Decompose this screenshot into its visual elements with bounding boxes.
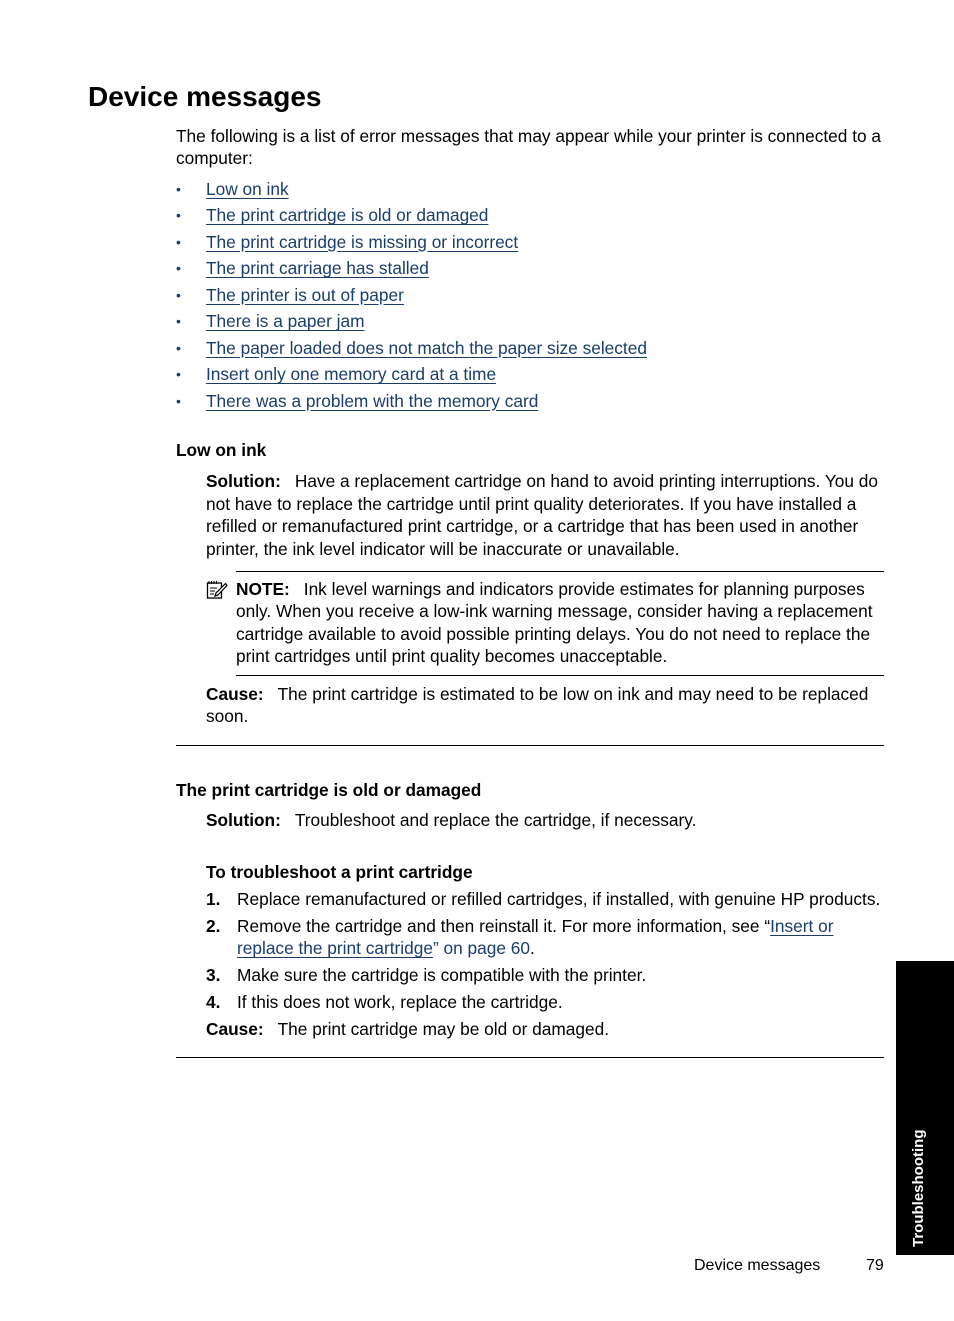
cause-text: The print cartridge may be old or damage… <box>277 1018 610 1039</box>
list-item: • The print carriage has stalled <box>176 255 884 282</box>
list-item: • Low on ink <box>176 176 884 203</box>
step-text: Make sure the cartridge is compatible wi… <box>237 965 647 985</box>
page-reference: ” on page 60 <box>432 938 531 959</box>
link-out-of-paper[interactable]: The printer is out of paper <box>206 285 404 305</box>
section-divider <box>176 745 884 747</box>
step-item: 3. Make sure the cartridge is compatible … <box>206 964 884 986</box>
footer-section-title: Device messages <box>694 1257 821 1274</box>
list-item: • The paper loaded does not match the pap… <box>176 335 884 362</box>
footer-page-number: 79 <box>866 1257 884 1274</box>
solution-label: Solution: <box>206 471 281 492</box>
link-cartridge-missing[interactable]: The print cartridge is missing or incorr… <box>206 232 518 252</box>
chapter-tab: Troubleshooting <box>896 961 954 1255</box>
old-damaged-body: Solution: Troubleshoot and replace the ca… <box>206 809 884 1040</box>
step-text: If this does not work, replace the cartr… <box>237 991 563 1012</box>
section-heading-low-on-ink: Low on ink <box>176 440 267 461</box>
solution-paragraph: Solution: Have a replacement cartridge on… <box>206 470 884 560</box>
note-box: NOTE: Ink level warnings and indicators p… <box>236 570 884 676</box>
step-text: Replace remanufactured or refilled cartr… <box>237 888 881 909</box>
page-title: Device messages <box>88 81 322 112</box>
step-item: 1. Replace remanufactured or refilled car… <box>206 888 884 910</box>
section-heading-cartridge-old-damaged: The print cartridge is old or damaged <box>176 780 482 801</box>
solution-text: Have a replacement cartridge on hand to … <box>206 471 879 559</box>
list-item: • The printer is out of paper <box>176 282 884 309</box>
cause-text: The print cartridge is estimated to be l… <box>206 683 869 726</box>
note-pencil-icon <box>206 580 228 599</box>
solution-text: Troubleshoot and replace the cartridge, … <box>294 810 697 831</box>
cause-paragraph: Cause: The print cartridge is estimated t… <box>206 683 884 728</box>
solution-label: Solution: <box>206 810 281 831</box>
step-number: 4. <box>206 991 221 1012</box>
link-paper-size-mismatch[interactable]: The paper loaded does not match the pape… <box>206 338 647 358</box>
list-item: • The print cartridge is old or damaged <box>176 202 884 229</box>
bullet: • <box>176 260 181 277</box>
link-carriage-stalled[interactable]: The print carriage has stalled <box>206 258 429 278</box>
step-text: Remove the cartridge and then reinstall … <box>237 915 771 936</box>
list-item: • There was a problem with the memory car… <box>176 388 884 415</box>
link-paper-jam[interactable]: There is a paper jam <box>206 311 365 331</box>
bullet: • <box>176 392 181 409</box>
note-text: Ink level warnings and indicators provid… <box>236 578 873 667</box>
message-list: • Low on ink • The print cartridge is old … <box>176 176 884 415</box>
step-number: 3. <box>206 965 221 985</box>
procedure-title: To troubleshoot a print cartridge <box>206 861 473 882</box>
cause-paragraph: Cause: The print cartridge may be old or … <box>206 1018 884 1040</box>
section-divider <box>176 1057 884 1059</box>
note-callout: NOTE: Ink level warnings and indicators p… <box>206 570 884 676</box>
bullet: • <box>176 313 181 330</box>
step-item: 2. Remove the cartridge and then reinstal… <box>206 915 884 960</box>
list-item: • There is a paper jam <box>176 308 884 335</box>
link-one-memory-card[interactable]: Insert only one memory card at a time <box>206 364 496 384</box>
step-end: . <box>530 938 535 959</box>
step-number: 2. <box>206 915 221 936</box>
low-ink-body: Solution: Have a replacement cartridge on… <box>206 470 884 727</box>
intro-text: The following is a list of error message… <box>176 126 882 169</box>
link-memory-card-problem[interactable]: There was a problem with the memory card <box>206 391 538 411</box>
list-item: • Insert only one memory card at a time <box>176 361 884 388</box>
note-label: NOTE: <box>236 578 290 599</box>
bullet: • <box>176 207 181 224</box>
cause-label: Cause: <box>206 683 264 704</box>
bullet: • <box>176 366 181 383</box>
link-cartridge-old-damaged[interactable]: The print cartridge is old or damaged <box>206 205 488 225</box>
step-item: 4. If this does not work, replace the car… <box>206 991 884 1013</box>
bullet: • <box>176 180 181 197</box>
bullet: • <box>176 286 181 303</box>
bullet: • <box>176 339 181 356</box>
cause-label: Cause: <box>206 1018 264 1039</box>
link-low-on-ink[interactable]: Low on ink <box>206 179 289 199</box>
solution-paragraph: Solution: Troubleshoot and replace the ca… <box>206 809 884 831</box>
chapter-tab-label: Troubleshooting <box>910 1129 927 1248</box>
content: The following is a list of error message… <box>176 125 884 1059</box>
list-item: • The print cartridge is missing or incor… <box>176 229 884 256</box>
procedure-steps: 1. Replace remanufactured or refilled car… <box>206 888 884 1014</box>
step-number: 1. <box>206 888 221 909</box>
bullet: • <box>176 233 181 250</box>
